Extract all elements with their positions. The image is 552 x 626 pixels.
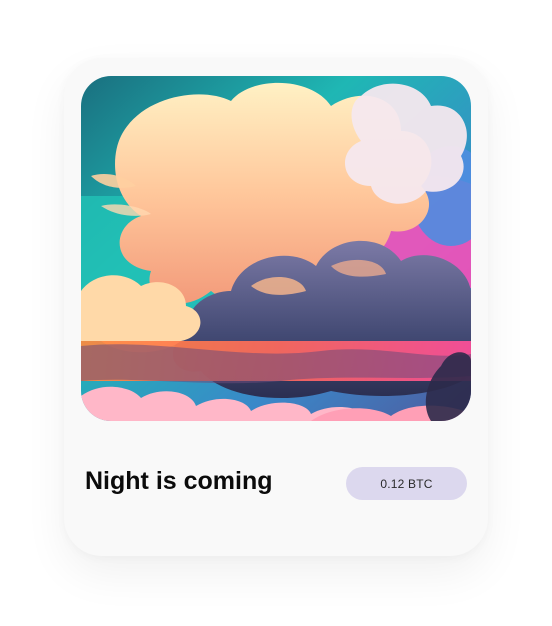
artwork-title: Night is coming xyxy=(85,467,273,495)
cloud-painting xyxy=(81,76,471,421)
artwork-image[interactable] xyxy=(81,76,471,421)
nft-card[interactable]: Night is coming 0.12 BTC xyxy=(64,58,488,556)
price-label: 0.12 BTC xyxy=(380,476,433,491)
price-badge[interactable]: 0.12 BTC xyxy=(346,467,467,500)
